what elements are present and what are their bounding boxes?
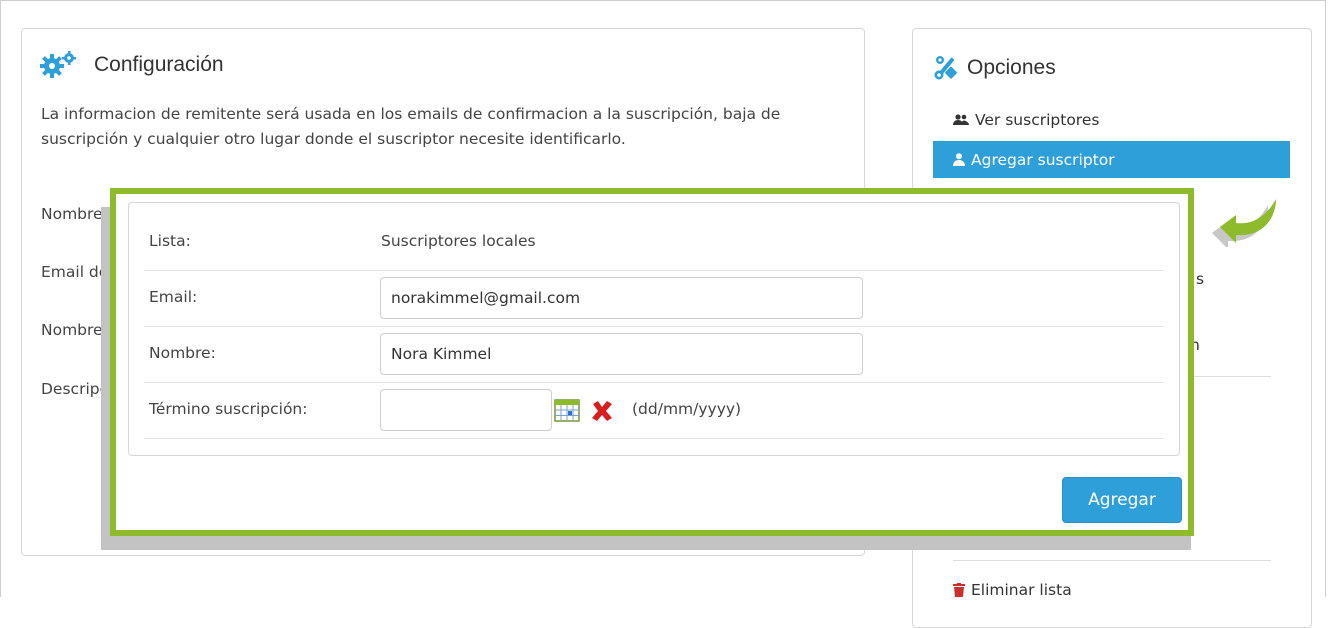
form-row-nombre: Nombre: (144, 327, 1164, 383)
nombre-field[interactable] (380, 333, 863, 375)
user-icon (953, 153, 965, 166)
form-row-termino: Término suscripción: (dd/mm/yyyy) (144, 383, 1164, 439)
eliminar-lista-label: Eliminar lista (971, 581, 1072, 599)
termino-date-field[interactable] (380, 389, 552, 431)
ver-suscriptores-link[interactable]: Ver suscriptores (933, 101, 1290, 138)
lista-value: Suscriptores locales (381, 232, 536, 250)
termino-label: Término suscripción: (149, 400, 308, 418)
clear-date-icon[interactable] (590, 400, 614, 426)
form-row-lista: Lista: Suscriptores locales (144, 215, 1164, 271)
ver-suscriptores-label: Ver suscriptores (975, 110, 1100, 129)
trash-icon (953, 583, 965, 597)
config-title: Configuración (40, 51, 224, 79)
config-description: La informacion de remitente será usada e… (41, 105, 781, 148)
field-label-email: Email de (41, 263, 109, 281)
option-fragment-1: s (1196, 270, 1205, 288)
add-subscriber-overlay: Lista: Suscriptores locales Email: Nombr… (110, 188, 1194, 536)
lista-label: Lista: (149, 232, 191, 250)
field-label-descripcion: Descripc (41, 380, 109, 398)
options-title: Opciones (933, 55, 1056, 81)
field-label-nombre: Nombre (41, 205, 103, 223)
eliminar-lista-link[interactable]: Eliminar lista (953, 581, 1072, 599)
add-subscriber-form: Lista: Suscriptores locales Email: Nombr… (128, 202, 1180, 456)
options-divider (953, 560, 1271, 561)
calendar-icon[interactable] (554, 398, 580, 426)
agregar-suscriptor-link[interactable]: Agregar suscriptor (933, 141, 1290, 178)
email-field[interactable] (380, 277, 863, 319)
date-format-hint: (dd/mm/yyyy) (632, 400, 742, 418)
agregar-button[interactable]: Agregar (1062, 477, 1182, 523)
tools-icon (933, 55, 959, 81)
email-label: Email: (149, 288, 198, 306)
users-icon (953, 113, 969, 126)
agregar-suscriptor-label: Agregar suscriptor (971, 150, 1115, 169)
options-title-text: Opciones (967, 56, 1056, 79)
curved-arrow-icon (1206, 197, 1278, 251)
field-label-nombre-2: Nombre (41, 321, 103, 339)
form-row-email: Email: (144, 271, 1164, 327)
nombre-label: Nombre: (149, 344, 216, 362)
config-title-text: Configuración (94, 53, 224, 76)
gears-icon (40, 51, 80, 79)
